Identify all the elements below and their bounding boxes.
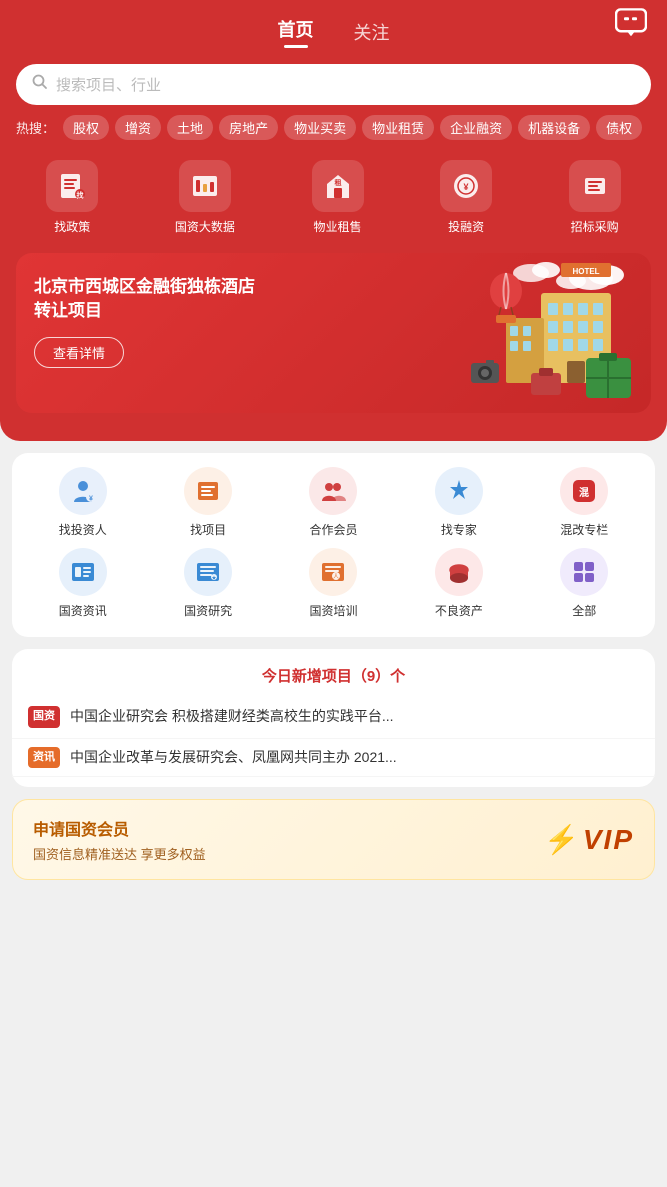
cat-training[interactable]: 人 国资培训 [309,548,357,619]
hot-tag-7[interactable]: 机器设备 [518,115,590,140]
cat-mixed-label: 混改专栏 [560,521,608,538]
vip-banner[interactable]: 申请国资会员 国资信息精准送达 享更多权益 ⚡ VIP [12,799,655,880]
cat-member-icon [309,467,357,515]
cat-investor-icon: ¥ [59,467,107,515]
cat-project-label: 找项目 [190,521,226,538]
svg-text:★: ★ [212,576,217,582]
hot-tag-4[interactable]: 物业买卖 [284,115,356,140]
svg-text:租: 租 [334,178,341,187]
category-row-1: ¥ 找投资人 找项目 [12,467,655,548]
banner[interactable]: 北京市西城区金融街独栋酒店转让项目 查看详情 HOTEL [16,253,651,413]
news-badge-0: 国资 [28,706,60,730]
cat-expert[interactable]: 找专家 [435,467,483,538]
quick-icon-policy[interactable]: 找 找政策 [46,160,98,235]
search-icon [32,74,48,95]
hot-tag-2[interactable]: 土地 [167,115,213,140]
policy-icon-box: 找 [46,160,98,212]
quick-icon-data[interactable]: 国资大数据 [175,160,235,235]
cat-research-label: 国资研究 [184,602,232,619]
quick-icon-procurement-label: 招标采购 [571,218,619,235]
property-icon-box: 租 [312,160,364,212]
cat-research[interactable]: ★ 国资研究 [184,548,232,619]
quick-icons: 找 找政策 国资大数据 [0,146,667,239]
hot-tag-3[interactable]: 房地产 [219,115,278,140]
data-icon-box [179,160,231,212]
quick-icon-procurement[interactable]: 招标采购 [569,160,621,235]
cat-bad-asset-label: 不良资产 [435,602,483,619]
banner-title: 北京市西城区金融街独栋酒店转让项目 [34,275,264,323]
vip-info: 申请国资会员 国资信息精准送达 享更多权益 [33,816,206,863]
svg-text:¥: ¥ [464,182,469,192]
cat-project-icon [184,467,232,515]
quick-icon-data-label: 国资大数据 [175,218,235,235]
banner-detail-button[interactable]: 查看详情 [34,337,124,368]
banner-illustration: HOTEL [431,253,651,413]
news-item-0[interactable]: 国资 中国企业研究会 积极搭建财经类高校生的实践平台... [12,698,655,739]
cat-bad-asset[interactable]: 不良资产 [435,548,483,619]
header: 首页 关注 搜索项目、行业 热搜： [0,0,667,441]
cat-all-icon [560,548,608,596]
phone-wrapper: 首页 关注 搜索项目、行业 热搜： [0,0,667,1187]
procurement-icon-box [569,160,621,212]
vip-desc: 国资信息精准送达 享更多权益 [33,844,206,863]
today-new-label: 今日新增项目（9）个 [12,659,655,698]
quick-icon-property[interactable]: 租 物业租售 [312,160,364,235]
news-text-0: 中国企业研究会 积极搭建财经类高校生的实践平台... [70,706,639,727]
cat-all-label: 全部 [572,602,596,619]
cat-project[interactable]: 找项目 [184,467,232,538]
cat-member[interactable]: 合作会员 [309,467,357,538]
hot-tag-6[interactable]: 企业融资 [440,115,512,140]
news-badge-1: 资讯 [28,747,60,769]
hot-search: 热搜： 股权 增资 土地 房地产 物业买卖 物业租赁 企业融资 机器设备 债权 [0,115,667,146]
tab-follow[interactable]: 关注 [354,19,390,45]
quick-icon-policy-label: 找政策 [54,218,90,235]
search-placeholder: 搜索项目、行业 [56,74,161,95]
banner-text: 北京市西城区金融街独栋酒店转让项目 查看详情 [34,275,264,368]
cat-investor[interactable]: ¥ 找投资人 [59,467,107,538]
category-section: ¥ 找投资人 找项目 [12,453,655,637]
cat-news[interactable]: 国资资讯 [59,548,107,619]
hot-tag-1[interactable]: 增资 [115,115,161,140]
hot-search-label: 热搜： [16,118,55,137]
tab-home[interactable]: 首页 [278,16,314,48]
vip-label: VIP [583,824,634,856]
svg-text:找: 找 [77,191,84,200]
category-row-2: 国资资讯 ★ 国资研究 [12,548,655,629]
news-section: 今日新增项目（9）个 国资 中国企业研究会 积极搭建财经类高校生的实践平台...… [12,649,655,787]
message-button[interactable] [615,8,647,41]
nav-tabs: 首页 关注 [0,0,667,56]
news-item-1[interactable]: 资讯 中国企业改革与发展研究会、凤凰网共同主办 2021... [12,739,655,778]
investment-icon-box: ¥ [440,160,492,212]
hot-tag-0[interactable]: 股权 [63,115,109,140]
search-bar[interactable]: 搜索项目、行业 [16,64,651,105]
cat-member-label: 合作会员 [309,521,357,538]
quick-icon-investment[interactable]: ¥ 投融资 [440,160,492,235]
cat-training-icon: 人 [309,548,357,596]
svg-text:HOTEL: HOTEL [572,267,599,276]
cat-all[interactable]: 全部 [560,548,608,619]
cat-expert-label: 找专家 [441,521,477,538]
vip-badge: ⚡ VIP [544,823,634,856]
quick-icon-investment-label: 投融资 [448,218,484,235]
banner-dots [0,413,667,421]
vip-title: 申请国资会员 [33,816,206,840]
svg-text:人: 人 [333,574,339,581]
cat-investor-label: 找投资人 [59,521,107,538]
cat-bad-asset-icon [435,548,483,596]
cat-training-label: 国资培训 [309,602,357,619]
hot-tag-8[interactable]: 债权 [596,115,642,140]
cat-news-label: 国资资讯 [59,602,107,619]
hot-tag-5[interactable]: 物业租赁 [362,115,434,140]
news-text-1: 中国企业改革与发展研究会、凤凰网共同主办 2021... [70,747,639,768]
cat-news-icon [59,548,107,596]
svg-text:混: 混 [579,486,589,499]
cat-research-icon: ★ [184,548,232,596]
cat-mixed[interactable]: 混 混改专栏 [560,467,608,538]
cat-expert-icon [435,467,483,515]
svg-text:¥: ¥ [89,496,93,503]
lightning-icon: ⚡ [544,823,579,856]
cat-mixed-icon: 混 [560,467,608,515]
quick-icon-property-label: 物业租售 [313,218,361,235]
